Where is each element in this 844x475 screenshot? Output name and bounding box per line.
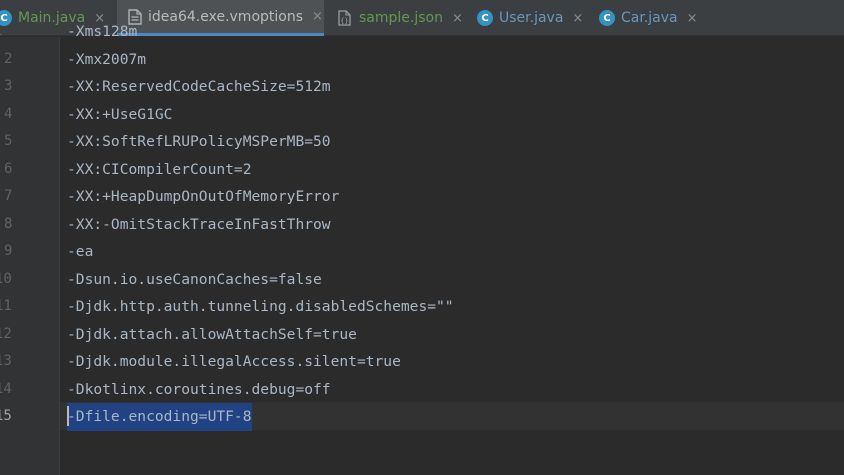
- tab-label: idea64.exe.vmoptions: [148, 8, 304, 25]
- code-line[interactable]: -XX:+HeapDumpOnOutOfMemoryError: [67, 183, 339, 211]
- line-number: 2: [4, 50, 13, 67]
- tab-label: sample.json: [359, 10, 443, 26]
- java-class-icon: C: [477, 10, 493, 26]
- line-number: 7: [4, 188, 13, 204]
- line-number: 4: [4, 105, 13, 122]
- line-number: 12: [0, 325, 12, 342]
- close-icon[interactable]: ×: [452, 11, 463, 26]
- tab-label: Car.java: [621, 10, 678, 26]
- tab-car-java[interactable]: C Car.java ×: [597, 0, 712, 36]
- code-line[interactable]: -XX:SoftRefLRUPolicyMSPerMB=50: [67, 128, 331, 156]
- line-number: 3: [4, 78, 13, 94]
- tab-sample-json[interactable]: {} sample.json ×: [327, 0, 473, 36]
- code-line[interactable]: -XX:CICompilerCount=2: [67, 156, 252, 184]
- code-line[interactable]: -XX:+UseG1GC: [67, 101, 172, 129]
- code-line[interactable]: -Xmx2007m: [67, 46, 146, 74]
- code-line[interactable]: -Xms128m: [67, 18, 137, 46]
- close-icon[interactable]: ×: [572, 11, 583, 26]
- line-number: 6: [4, 160, 13, 177]
- ide-window: C Main.java × idea64.exe.vmoptions × {} …: [0, 0, 844, 475]
- selected-code-line[interactable]: -Dfile.encoding=UTF-8: [67, 403, 252, 431]
- close-icon[interactable]: ×: [687, 11, 698, 26]
- line-number: 10: [0, 270, 12, 287]
- code-line[interactable]: -Djdk.module.illegalAccess.silent=true: [67, 348, 401, 376]
- code-line[interactable]: -Dsun.io.useCanonCaches=false: [67, 266, 322, 294]
- line-number: 11: [0, 298, 12, 314]
- json-file-icon: {}: [337, 10, 353, 26]
- line-number: 1: [0, 18, 2, 46]
- tab-label: User.java: [499, 10, 564, 26]
- svg-text:{}: {}: [340, 17, 348, 25]
- java-class-icon: C: [599, 10, 615, 26]
- tab-user-java[interactable]: C User.java ×: [475, 0, 593, 36]
- close-icon[interactable]: ×: [312, 9, 323, 24]
- code-line[interactable]: -Djdk.attach.allowAttachSelf=true: [67, 321, 357, 349]
- line-number: 5: [4, 133, 13, 149]
- line-number: 9: [4, 243, 13, 259]
- line-number: 13: [0, 353, 12, 369]
- text-caret: [67, 406, 69, 426]
- line-number: 8: [4, 215, 13, 232]
- code-line[interactable]: -Dkotlinx.coroutines.debug=off: [67, 376, 331, 404]
- code-line[interactable]: -XX:-OmitStackTraceInFastThrow: [67, 211, 331, 239]
- tab-idea64-vmoptions[interactable]: idea64.exe.vmoptions ×: [117, 0, 324, 36]
- line-number: 15: [0, 408, 12, 424]
- code-line[interactable]: -Djdk.http.auth.tunneling.disabledScheme…: [67, 293, 454, 321]
- code-line[interactable]: -ea: [67, 238, 93, 266]
- code-line[interactable]: -XX:ReservedCodeCacheSize=512m: [67, 73, 331, 101]
- line-number: 14: [0, 380, 12, 397]
